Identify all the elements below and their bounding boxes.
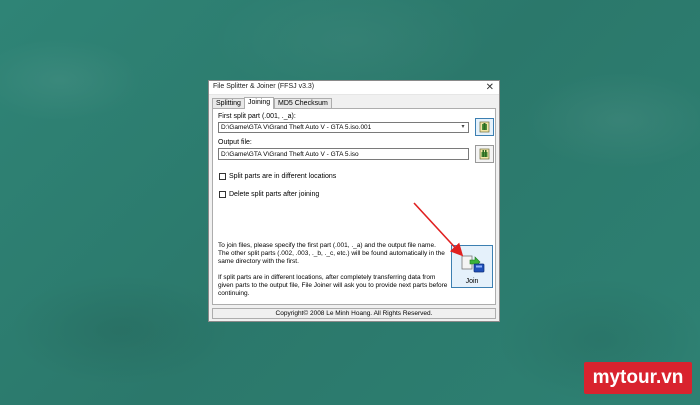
annotation-arrow [413,202,464,257]
tab-joining[interactable]: Joining [244,97,275,109]
red-arrow-line [413,202,464,257]
mytour-logo: mytour.vn [584,362,692,394]
